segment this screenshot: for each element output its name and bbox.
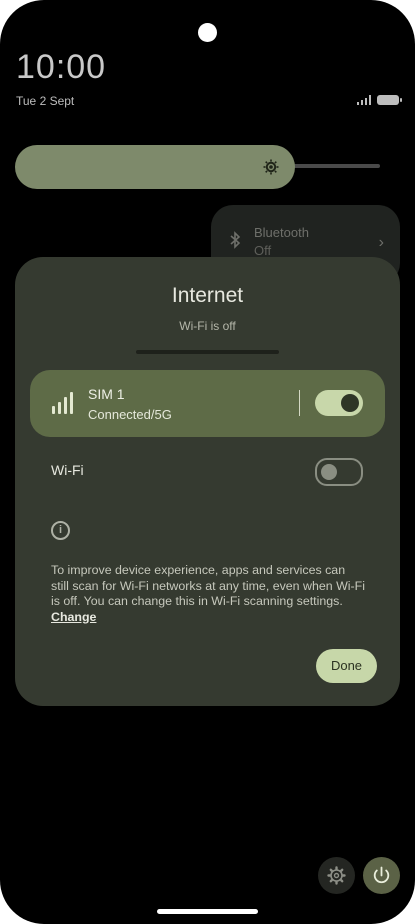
wifi-scanning-info: To improve device experience, apps and s… — [51, 563, 366, 625]
power-icon — [373, 866, 390, 884]
brightness-slider[interactable] — [15, 145, 295, 189]
brightness-sun-icon — [263, 159, 279, 175]
front-camera — [198, 23, 217, 42]
info-text: To improve device experience, apps and s… — [51, 563, 365, 608]
dialog-divider — [136, 350, 279, 354]
clock-date: Tue 2 Sept — [16, 94, 75, 108]
wifi-toggle[interactable] — [315, 458, 363, 486]
change-link[interactable]: Change — [51, 610, 96, 624]
sim-status: Connected/5G — [88, 407, 172, 422]
dialog-title: Internet — [171, 284, 244, 307]
clock-time: 10:00 — [16, 48, 107, 86]
settings-button[interactable] — [318, 857, 355, 894]
chevron-right-icon: › — [378, 234, 384, 251]
toggle-knob — [341, 394, 359, 412]
toggle-knob — [321, 464, 337, 480]
info-icon: i — [51, 521, 70, 540]
phone-screen: 10:00 Tue 2 Sept Bluetooth Off › Interne… — [0, 0, 415, 924]
done-button[interactable]: Done — [316, 649, 377, 683]
sim-separator — [299, 390, 300, 416]
internet-dialog: Internet Wi-Fi is off SIM 1 Connected/5G… — [15, 257, 400, 706]
cell-signal-icon — [357, 95, 371, 105]
sim-toggle[interactable] — [315, 390, 363, 416]
bluetooth-icon — [230, 231, 241, 249]
bluetooth-title: Bluetooth — [254, 225, 309, 240]
signal-strength-icon — [52, 392, 73, 414]
sim-name: SIM 1 — [88, 386, 125, 402]
home-indicator[interactable] — [157, 909, 258, 914]
bluetooth-state: Off — [254, 243, 272, 258]
battery-icon — [377, 95, 402, 105]
status-icons — [357, 95, 402, 105]
dialog-subtitle: Wi-Fi is off — [179, 319, 236, 333]
wifi-label: Wi-Fi — [51, 462, 84, 478]
sim-row[interactable]: SIM 1 Connected/5G — [30, 370, 385, 437]
brightness-track[interactable] — [290, 164, 380, 168]
power-button[interactable] — [363, 857, 400, 894]
gear-icon — [327, 866, 346, 885]
